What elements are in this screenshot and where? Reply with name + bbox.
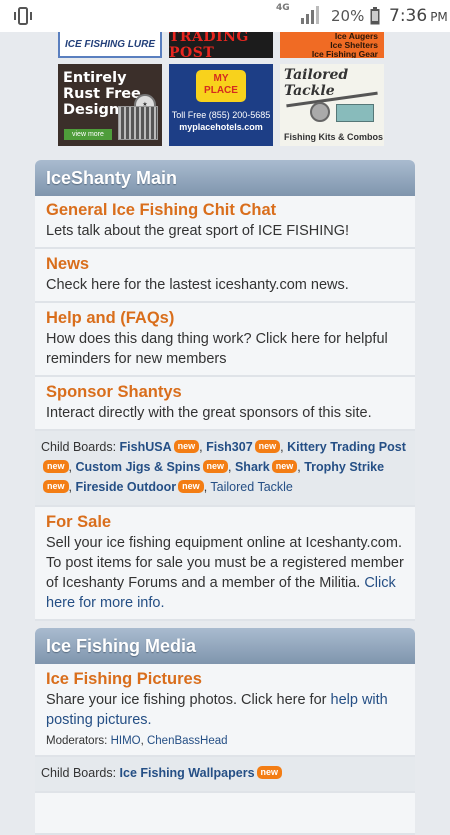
fishing-reel-image — [310, 101, 330, 122]
child-board-link[interactable]: Fireside Outdoor — [75, 480, 176, 494]
board-description: Interact directly with the great sponsor… — [46, 405, 372, 421]
battery-percent: 20% — [331, 7, 365, 25]
sponsor-ads: ICE FISHING LURE TRADING POST Ice Augers… — [58, 32, 392, 146]
ad-ice-augers[interactable]: Ice Augers Ice Shelters Ice Fishing Gear — [280, 32, 384, 58]
child-board-link[interactable]: FishUSA — [120, 440, 172, 454]
moderator-link[interactable]: HIMO — [111, 735, 141, 747]
moderators-label: Moderators: — [46, 735, 108, 747]
new-badge: new — [43, 460, 69, 473]
board-title[interactable]: General Ice Fishing Chit Chat — [46, 199, 404, 221]
child-boards: Child Boards: FishUSA new, Fish307 new, Ki… — [35, 431, 415, 507]
board-title[interactable]: Ice Fishing Pictures — [46, 668, 404, 690]
clock: 7:36 PM — [389, 6, 448, 26]
ad-trading-text: TRADING POST — [169, 32, 249, 58]
category-header[interactable]: Ice Fishing Media — [35, 628, 415, 664]
ad-place-phone: Toll Free (855) 200-5685 — [171, 109, 271, 120]
board-description: Check here for the lastest iceshanty.com… — [46, 277, 349, 293]
for-sale-text: Sell your ice fishing equipment online a… — [46, 535, 404, 591]
child-boards: Child Boards: Ice Fishing Wallpapers new — [35, 757, 415, 793]
board-next[interactable] — [35, 793, 415, 835]
ad-trading-post[interactable]: TRADING POST — [169, 32, 273, 58]
battery-icon — [370, 7, 380, 25]
new-badge: new — [202, 460, 229, 473]
logo-top: MY — [213, 72, 229, 84]
category-header[interactable]: IceShanty Main — [35, 160, 415, 196]
ad-rust-free[interactable]: Entirely Rust Free Design ★ view more — [58, 63, 162, 146]
board-title[interactable]: Help and (FAQs) — [46, 307, 404, 329]
child-board-link[interactable]: Trophy Strike — [304, 460, 384, 474]
clock-ampm: PM — [430, 10, 448, 24]
board-for-sale[interactable]: For Sale Sell your ice fishing equipment… — [35, 507, 415, 621]
network-type: 4G — [276, 3, 290, 13]
ad-lure-text: ICE FISHING LURE — [64, 38, 155, 50]
board-chit-chat[interactable]: General Ice Fishing Chit Chat Lets talk … — [35, 196, 415, 249]
ad-ice-fishing-lure[interactable]: ICE FISHING LURE — [58, 32, 162, 58]
ad-augers-line: Ice Fishing Gear — [311, 48, 378, 58]
ad-rust-view-more-button[interactable]: view more — [64, 128, 112, 140]
vibrate-icon — [14, 7, 32, 25]
board-news[interactable]: News Check here for the lastest iceshant… — [35, 249, 415, 303]
clock-time: 7:36 — [389, 6, 428, 26]
category-ice-fishing-media: Ice Fishing Media Ice Fishing Pictures S… — [35, 628, 415, 835]
signal-icon — [301, 6, 319, 24]
board-sponsor-shantys[interactable]: Sponsor Shantys Interact directly with t… — [35, 377, 415, 431]
fire-pit-image — [118, 105, 158, 140]
child-board-link[interactable]: Custom Jigs & Spins — [75, 460, 200, 474]
ad-tackle-subtitle: Fishing Kits & Combos — [284, 131, 383, 142]
tackle-box-image — [336, 103, 374, 122]
ad-tailored-tackle[interactable]: Tailored Tackle Fishing Kits & Combos — [280, 63, 384, 146]
ad-my-place[interactable]: MY PLACE Toll Free (855) 200-5685 myplac… — [169, 63, 273, 146]
status-bar: 4G 20% 7:36 PM — [0, 0, 450, 32]
child-board-link[interactable]: Shark — [235, 460, 270, 474]
board-description: Lets talk about the great sport of ICE F… — [46, 223, 350, 239]
new-badge: new — [43, 480, 69, 493]
child-board-link[interactable]: Tailored Tackle — [210, 480, 292, 494]
ad-place-site: myplacehotels.com — [179, 121, 263, 132]
category-iceshanty-main: IceShanty Main General Ice Fishing Chit … — [35, 160, 415, 621]
new-badge: new — [256, 766, 283, 779]
board-description: Share your ice fishing photos. Click her… — [46, 690, 404, 730]
child-boards-label: Child Boards: — [41, 440, 117, 454]
moderators: Moderators: HIMO, ChenBassHead — [46, 735, 228, 747]
new-badge: new — [178, 480, 204, 493]
board-description: Sell your ice fishing equipment online a… — [46, 533, 404, 613]
child-boards-label: Child Boards: — [41, 766, 117, 780]
child-board-link[interactable]: Kittery Trading Post — [287, 440, 406, 454]
board-title[interactable]: News — [46, 253, 404, 275]
board-title[interactable]: Sponsor Shantys — [46, 381, 404, 403]
new-badge: new — [254, 440, 281, 453]
board-title[interactable]: For Sale — [46, 511, 404, 533]
logo-bottom: PLACE — [204, 84, 238, 96]
moderator-link[interactable]: ChenBassHead — [147, 735, 228, 747]
new-badge: new — [173, 440, 200, 453]
board-ice-fishing-pictures[interactable]: Ice Fishing Pictures Share your ice fish… — [35, 664, 415, 757]
child-board-link[interactable]: Fish307 — [206, 440, 253, 454]
new-badge: new — [271, 460, 298, 473]
pictures-text: Share your ice fishing photos. Click her… — [46, 692, 331, 708]
board-description: How does this dang thing work? Click her… — [46, 331, 388, 367]
child-board-link[interactable]: Ice Fishing Wallpapers — [120, 766, 255, 780]
my-place-logo: MY PLACE — [196, 69, 246, 102]
board-help-faqs[interactable]: Help and (FAQs) How does this dang thing… — [35, 303, 415, 377]
ad-rust-line: Entirely — [63, 69, 127, 86]
